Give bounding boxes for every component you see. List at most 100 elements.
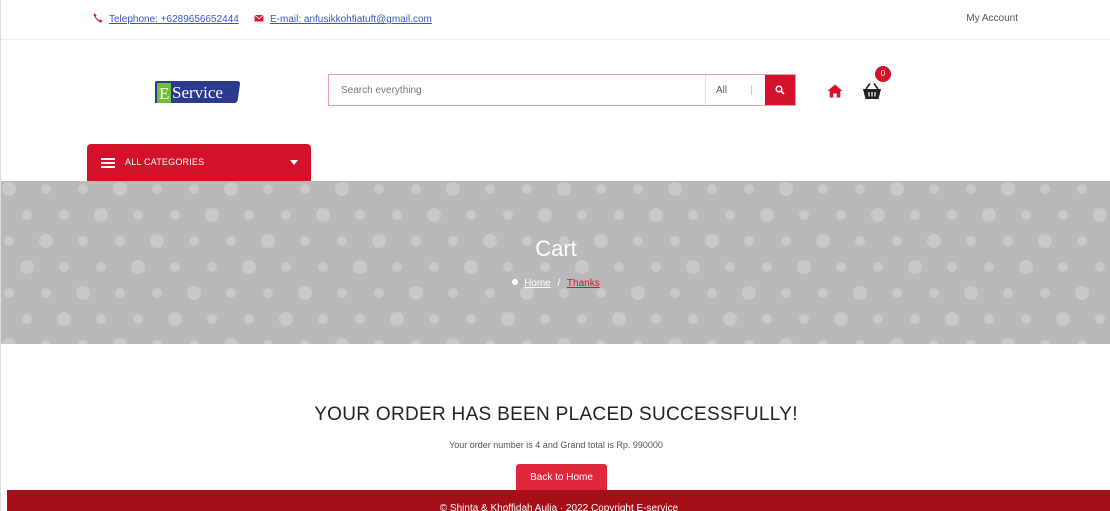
banner-dot bbox=[725, 262, 735, 272]
banner-dot bbox=[910, 314, 920, 324]
banner-dot bbox=[485, 340, 495, 344]
banner-dot bbox=[59, 210, 69, 220]
banner-dot bbox=[300, 340, 310, 344]
search-category-select[interactable]: All | bbox=[705, 75, 765, 105]
banner-dot bbox=[464, 260, 478, 274]
email-text: E-mail: anfusikkohfiatuft@gmail.com bbox=[270, 14, 432, 25]
banner-dot bbox=[411, 184, 421, 194]
banner-dot bbox=[374, 340, 384, 344]
all-categories-button[interactable]: ALL CATEGORIES bbox=[87, 144, 311, 181]
banner-dot bbox=[263, 184, 273, 194]
banner-dot bbox=[596, 340, 606, 344]
banner-dot bbox=[1040, 184, 1050, 194]
back-to-home-button[interactable]: Back to Home bbox=[516, 464, 607, 492]
banner-dot bbox=[1001, 182, 1015, 196]
banner-dot bbox=[557, 182, 571, 196]
banner-dot bbox=[651, 314, 661, 324]
banner-dot bbox=[725, 210, 735, 220]
success-heading: YOUR ORDER HAS BEEN PLACED SUCCESSFULLY! bbox=[314, 404, 798, 425]
phone-icon bbox=[93, 13, 103, 23]
menu-icon bbox=[101, 158, 115, 168]
banner-dot bbox=[855, 184, 865, 194]
banner-dot bbox=[538, 208, 552, 222]
banner-dot bbox=[577, 210, 587, 220]
banner-dot bbox=[374, 288, 384, 298]
banner-dot bbox=[4, 288, 14, 298]
banner-dot bbox=[945, 312, 959, 326]
breadcrumb-current[interactable]: Thanks bbox=[567, 278, 600, 289]
banner-dot bbox=[818, 340, 828, 344]
banner-dot bbox=[1003, 288, 1013, 298]
banner-dot bbox=[1001, 338, 1015, 344]
banner-dot bbox=[41, 288, 51, 298]
banner-dot bbox=[929, 340, 939, 344]
shopping-basket-icon[interactable] bbox=[862, 82, 882, 100]
banner-dot bbox=[633, 340, 643, 344]
banner-dot bbox=[1077, 340, 1087, 344]
home-icon[interactable] bbox=[827, 84, 843, 98]
banner-dot bbox=[614, 262, 624, 272]
banner-dot bbox=[892, 288, 902, 298]
banner-dot bbox=[614, 210, 624, 220]
banner-dot bbox=[170, 210, 180, 220]
logo-letter: E bbox=[159, 84, 169, 103]
caret-down-icon bbox=[290, 160, 298, 165]
banner-dot bbox=[244, 210, 254, 220]
banner-dot bbox=[984, 262, 994, 272]
banner-dot bbox=[189, 184, 199, 194]
all-categories-label: ALL CATEGORIES bbox=[125, 157, 205, 167]
banner-dot bbox=[281, 210, 291, 220]
envelope-icon bbox=[254, 13, 264, 23]
banner-dot bbox=[1095, 314, 1105, 324]
banner-dot bbox=[318, 314, 328, 324]
banner-dot bbox=[390, 312, 404, 326]
banner-dot bbox=[355, 314, 365, 324]
banner-dot bbox=[929, 288, 939, 298]
my-account-link[interactable]: My Account bbox=[966, 13, 1018, 24]
banner-dot bbox=[855, 340, 865, 344]
banner-dot bbox=[318, 262, 328, 272]
banner-dot bbox=[96, 262, 106, 272]
logo-text: Service bbox=[172, 83, 223, 102]
banner-dot bbox=[115, 288, 125, 298]
banner-dot bbox=[966, 184, 976, 194]
banner-dot bbox=[797, 260, 811, 274]
banner-dot bbox=[707, 184, 717, 194]
banner-dot bbox=[131, 260, 145, 274]
banner-dot bbox=[890, 182, 904, 196]
banner-dot bbox=[873, 314, 883, 324]
breadcrumb-home[interactable]: Home bbox=[524, 278, 551, 289]
search-icon bbox=[775, 85, 785, 95]
phone-text: Telephone: +6289656652444 bbox=[109, 14, 239, 25]
banner-dot bbox=[22, 210, 32, 220]
banner-dot bbox=[1058, 262, 1068, 272]
banner-dot bbox=[22, 314, 32, 324]
banner-dot bbox=[152, 184, 162, 194]
banner-dot bbox=[910, 210, 920, 220]
banner-dot bbox=[133, 314, 143, 324]
banner-dot bbox=[263, 340, 273, 344]
banner-dot bbox=[78, 340, 88, 344]
banner-dot bbox=[205, 208, 219, 222]
site-logo[interactable]: E Service bbox=[151, 77, 241, 105]
banner-dot bbox=[300, 184, 310, 194]
banner-dot bbox=[984, 314, 994, 324]
banner-dot bbox=[224, 182, 238, 196]
banner-dot bbox=[189, 340, 199, 344]
banner-dot bbox=[781, 288, 791, 298]
search-input[interactable] bbox=[329, 75, 705, 105]
banner-dot bbox=[448, 288, 458, 298]
email-link[interactable]: E-mail: anfusikkohfiatuft@gmail.com bbox=[254, 13, 432, 25]
breadcrumb-separator: / bbox=[557, 278, 561, 289]
cart-count-badge: 0 bbox=[875, 66, 891, 82]
banner-dot bbox=[707, 288, 717, 298]
banner-dot bbox=[170, 262, 180, 272]
banner-dot bbox=[242, 260, 256, 274]
phone-link[interactable]: Telephone: +6289656652444 bbox=[93, 13, 239, 25]
page-title: Cart bbox=[535, 236, 577, 261]
banner-dot bbox=[577, 314, 587, 324]
search-button[interactable] bbox=[765, 75, 795, 105]
banner-dot bbox=[41, 184, 51, 194]
banner-dot bbox=[707, 340, 717, 344]
banner-dot bbox=[873, 262, 883, 272]
